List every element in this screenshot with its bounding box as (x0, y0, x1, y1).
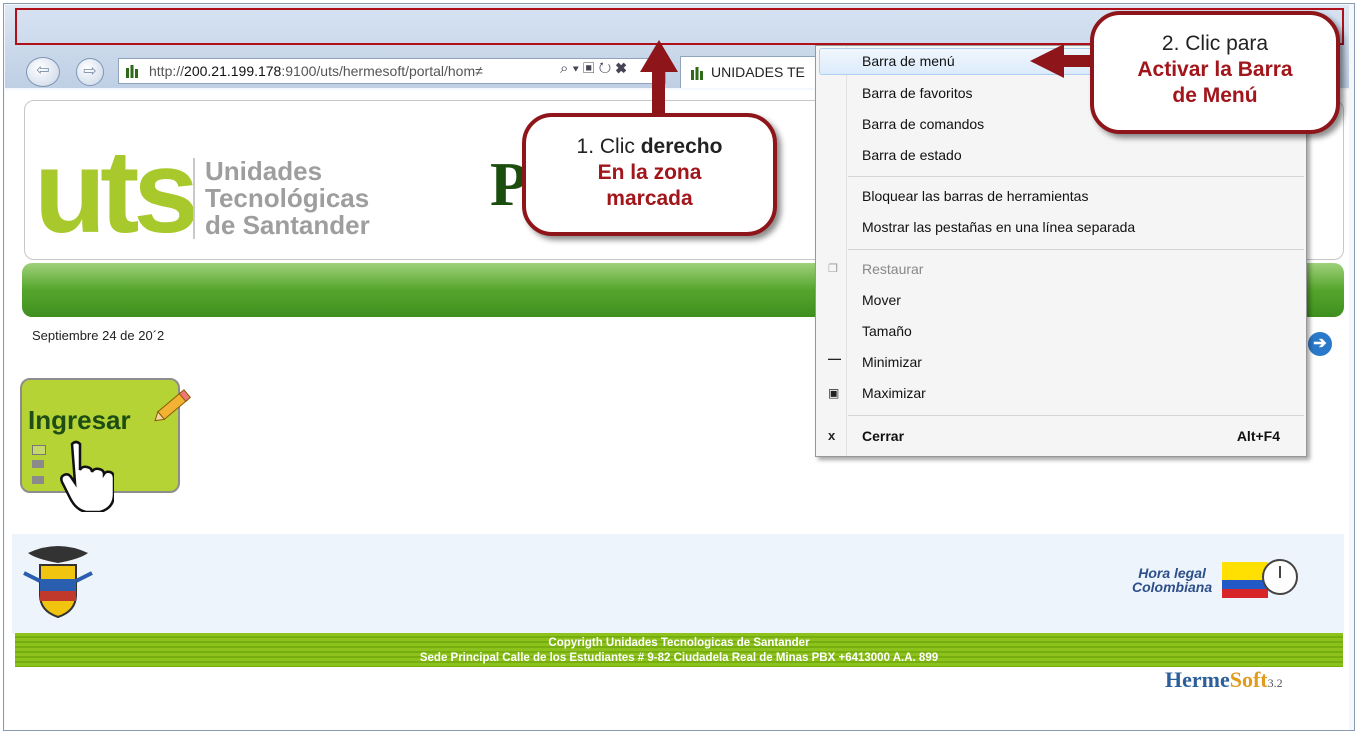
callout-step-2: 2. Clic para Activar la Barra de Menú (1090, 11, 1340, 134)
tab-unidades[interactable]: UNIDADES TE (680, 56, 820, 88)
menu-item-barra-de-comandos[interactable]: Barra de comandos (862, 116, 984, 132)
maximize-icon: ▣ (828, 386, 840, 400)
annotation-arrow-up (652, 68, 665, 116)
menu-gutter (846, 46, 847, 456)
annotation-arrow-up-head (640, 40, 678, 72)
annotation-arrow-left-head (1030, 44, 1064, 78)
url-host: 200.21.199.178 (184, 63, 282, 79)
pencil-icon (154, 389, 192, 422)
uts-logo: uts (34, 134, 194, 244)
close-shortcut: Alt+F4 (1236, 428, 1280, 444)
callout-1-line3: marcada (606, 187, 693, 210)
menu-separator (848, 249, 1304, 250)
menu-item-tamano[interactable]: Tamaño (862, 323, 912, 339)
menu-item-mostrar-pestanas[interactable]: Mostrar las pestañas en una línea separa… (862, 219, 1135, 235)
hermesoft-version: 3.2 (1267, 676, 1283, 690)
menu-item-minimizar[interactable]: Minimizar (862, 354, 922, 370)
copyright-line1: Copyrigth Unidades Tecnologicas de Santa… (548, 637, 810, 649)
list-bullet (32, 460, 44, 468)
institution-name-line2: Tecnológicas (205, 183, 370, 213)
menu-item-barra-de-menu[interactable]: Barra de menú (862, 53, 955, 69)
menu-item-barra-de-estado[interactable]: Barra de estado (862, 147, 962, 163)
forward-button[interactable]: ⇨ (76, 58, 104, 86)
menu-separator (848, 415, 1304, 416)
colombia-coat-of-arms-icon (23, 546, 93, 619)
svg-text:uts: uts (34, 134, 194, 244)
site-favicon-icon (126, 65, 138, 78)
list-bullet (32, 445, 46, 455)
next-arrow-icon[interactable]: ➔ (1308, 332, 1332, 356)
menu-item-mover[interactable]: Mover (862, 292, 901, 308)
hermesoft-logo-part2: Soft (1229, 667, 1268, 692)
tab-title: UNIDADES TE (711, 64, 805, 80)
institution-name-line1: Unidades (205, 156, 323, 186)
callout-1-line1: 1. Clic derecho (526, 134, 773, 160)
callout-2-line1: 2. Clic para (1161, 32, 1269, 55)
menu-item-barra-de-favoritos[interactable]: Barra de favoritos (862, 85, 973, 101)
menu-item-restaurar: Restaurar (862, 261, 924, 277)
current-date: Septiembre 24 de 20´2 (32, 328, 165, 343)
institution-name: Unidades Tecnológicas de Santander (193, 158, 370, 239)
colombia-flag (1222, 562, 1268, 598)
forward-arrow-icon: ⇨ (83, 63, 97, 80)
list-bullet (32, 476, 44, 484)
hora-legal-line2: Colombiana (1132, 579, 1213, 595)
back-button[interactable]: ⇦ (26, 57, 60, 87)
url-path: :9100/uts/hermesoft/portal/hom≠ (281, 63, 483, 79)
clock-icon (1262, 559, 1298, 595)
hand-cursor-icon (60, 440, 114, 512)
callout-1-line2: En la zona (597, 161, 702, 184)
ingresar-label: Ingresar (28, 405, 131, 435)
menu-item-maximizar[interactable]: Maximizar (862, 385, 926, 401)
hermesoft-logo: HermeSoft3.2 (1165, 667, 1283, 693)
tab-favicon-icon (691, 67, 703, 80)
menu-item-cerrar[interactable]: Cerrar (862, 428, 904, 444)
hora-legal[interactable]: Hora legal Colombiana (1132, 566, 1212, 594)
hermesoft-logo-part1: Herme (1165, 667, 1230, 692)
callout-2-line2: Activar la Barra (1137, 58, 1293, 81)
callout-1-plain: 1. Clic (576, 135, 641, 158)
restore-icon: ❐ (828, 263, 838, 275)
minimize-icon: — (828, 351, 841, 366)
callout-step-1: 1. Clic derecho En la zona marcada (522, 113, 777, 236)
copyright-bar: Copyrigth Unidades Tecnologicas de Santa… (15, 633, 1343, 667)
close-icon: x (828, 428, 836, 443)
copyright-line2: Sede Principal Calle de los Estudiantes … (419, 652, 939, 664)
callout-1-bold: derecho (640, 135, 723, 158)
back-arrow-icon: ⇦ (36, 62, 50, 79)
menu-separator (848, 176, 1304, 177)
callout-2-line3: de Menú (1172, 84, 1258, 107)
hora-legal-line1: Hora legal (1138, 565, 1206, 581)
institution-name-line3: de Santander (205, 210, 370, 240)
menu-item-bloquear-barras[interactable]: Bloquear las barras de herramientas (862, 188, 1088, 204)
address-bar-icons[interactable]: ⌕ ▾ ▣ ↻ ✖ (560, 60, 627, 77)
url-prefix: http:// (149, 63, 185, 79)
